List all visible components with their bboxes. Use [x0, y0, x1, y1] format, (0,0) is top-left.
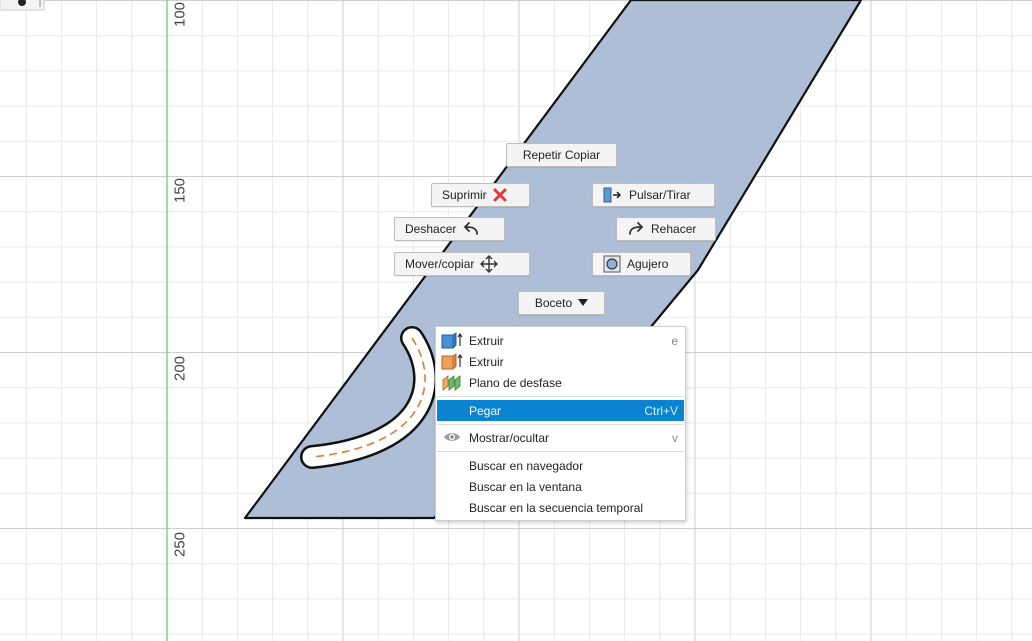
- menu-item-show-hide[interactable]: Mostrar/ocultar v: [437, 427, 684, 448]
- menu-item-label: Buscar en la secuencia temporal: [469, 500, 644, 515]
- caret-down-icon: [578, 299, 589, 307]
- ruler-label-150: 150: [171, 177, 189, 204]
- press-pull-icon: [603, 187, 623, 203]
- ruler-label-250: 250: [171, 531, 189, 558]
- redo-button[interactable]: Rehacer: [616, 217, 716, 241]
- move-copy-button[interactable]: Mover/copiar: [394, 252, 530, 276]
- sketch-dropdown-button[interactable]: Boceto: [518, 291, 605, 315]
- eye-icon: [441, 429, 463, 446]
- redo-label: Rehacer: [651, 222, 697, 236]
- sketch-label: Boceto: [534, 296, 573, 310]
- menu-item-extrude[interactable]: Extruir e: [437, 330, 684, 351]
- delete-x-icon: [493, 188, 507, 202]
- menu-item-shortcut: e: [671, 333, 678, 348]
- menu-item-find-in-timeline[interactable]: Buscar en la secuencia temporal: [437, 497, 684, 518]
- undo-label: Deshacer: [405, 222, 457, 236]
- undo-button[interactable]: Deshacer: [394, 217, 505, 241]
- menu-item-label: Mostrar/ocultar: [469, 430, 550, 445]
- extrude-orange-icon: [441, 353, 463, 370]
- repeat-copy-button[interactable]: Repetir Copiar: [506, 143, 617, 167]
- menu-item-label: Plano de desfase: [469, 375, 562, 390]
- menu-item-paste[interactable]: Pegar Ctrl+V: [437, 400, 684, 421]
- repeat-copy-label: Repetir Copiar: [522, 148, 601, 162]
- menu-item-label: Pegar: [469, 403, 502, 418]
- delete-label: Suprimir: [442, 188, 487, 202]
- move-arrows-icon: [480, 255, 499, 273]
- ruler-label-100: 100: [171, 1, 189, 28]
- context-menu: Extruir e Extruir Plano de desfase Pegar…: [435, 326, 686, 521]
- extrude-blue-icon: [441, 332, 463, 349]
- menu-separator: [437, 451, 684, 452]
- menu-item-label: Extruir: [469, 354, 504, 369]
- menu-item-shortcut: v: [672, 430, 678, 445]
- undo-arrow-icon: [462, 222, 480, 236]
- menu-separator: [437, 424, 684, 425]
- menu-item-extrude-2[interactable]: Extruir: [437, 351, 684, 372]
- move-copy-label: Mover/copiar: [405, 257, 475, 271]
- menu-item-find-in-browser[interactable]: Buscar en navegador: [437, 455, 684, 476]
- menu-item-shortcut: Ctrl+V: [644, 403, 678, 418]
- redo-arrow-icon: [627, 222, 645, 236]
- menu-item-label: Extruir: [469, 333, 504, 348]
- press-pull-label: Pulsar/Tirar: [629, 188, 691, 202]
- hole-icon: [603, 255, 621, 273]
- menu-separator: [437, 396, 684, 397]
- menu-item-label: Buscar en navegador: [469, 458, 584, 473]
- delete-button[interactable]: Suprimir: [431, 183, 530, 207]
- menu-item-label: Buscar en la ventana: [469, 479, 582, 494]
- hole-label: Agujero: [627, 257, 669, 271]
- menu-item-offset-plane[interactable]: Plano de desfase: [437, 372, 684, 393]
- offset-plane-icon: [441, 374, 463, 391]
- press-pull-button[interactable]: Pulsar/Tirar: [592, 183, 715, 207]
- menu-item-find-in-window[interactable]: Buscar en la ventana: [437, 476, 684, 497]
- sketch-canvas[interactable]: [0, 0, 1032, 641]
- hole-button[interactable]: Agujero: [592, 252, 691, 276]
- top-left-widget: [0, 0, 45, 11]
- ruler-label-200: 200: [171, 355, 189, 382]
